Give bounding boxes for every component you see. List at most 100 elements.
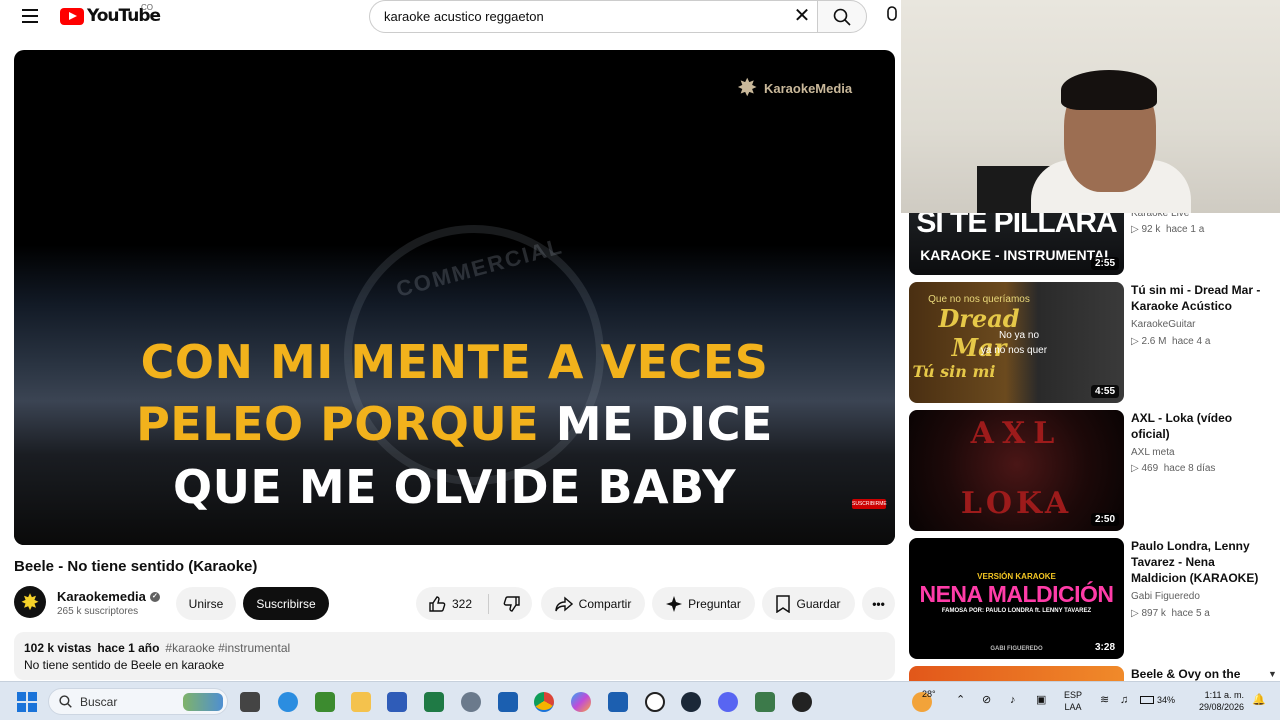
like-count[interactable]: 322 [452,597,472,611]
task-view-icon[interactable] [240,692,260,712]
webcam-person-hair [1061,70,1157,110]
like-divider [488,593,490,614]
scroll-down-icon[interactable]: ▼ [1268,669,1277,679]
sidebar-channel-2[interactable]: KaraokeGuitar [1131,319,1195,330]
language-indicator[interactable]: ESP LAA [1064,689,1082,713]
country-code: CO [141,3,153,12]
settings-icon[interactable] [461,692,481,712]
sidebar-title-4[interactable]: Paulo Londra, Lenny Tavarez - Nena Maldi… [1131,538,1266,586]
file-explorer-icon[interactable] [351,692,371,712]
remote-app-icon[interactable] [608,692,628,712]
karaokemedia-logo: ✸ KaraokeMedia [738,76,852,100]
hashtags[interactable]: #karaoke #instrumental [165,641,290,655]
more-actions-button[interactable]: ••• [862,587,895,620]
calculator-icon[interactable] [755,692,775,712]
subscribe-button[interactable]: Suscribirse [243,587,329,620]
sidebar-thumbnail-3[interactable]: AXL LOKA 2:50 [909,410,1124,531]
menu-icon[interactable] [22,9,38,23]
sidebar-views-1: 92 k [1141,224,1161,235]
duration-badge: 4:55 [1090,385,1119,398]
clock[interactable]: 1:11 a. m. 29/08/2026 [1192,689,1244,713]
dancer-icon: ✸ [738,75,757,100]
excel-icon[interactable] [424,692,444,712]
chrome-icon[interactable] [534,692,554,712]
weather-temp: 28° [922,689,936,699]
join-button[interactable]: Unirse [176,587,236,620]
wifi-icon[interactable]: ≋ [1100,694,1109,706]
channel-avatar[interactable]: ✸ [14,586,46,618]
sidebar-thumbnail-4[interactable]: VERSIÓN KARAOKE NENA MALDICIÓN FAMOSA PO… [909,538,1124,659]
thumb-2-lyric-low: ya no nos quer [980,345,1048,356]
obs-icon[interactable] [792,692,812,712]
duration-badge: 2:50 [1090,513,1119,526]
ask-button[interactable]: Preguntar [652,587,755,620]
notification-bell-icon[interactable]: 🔔 [1252,694,1266,706]
karaokemedia-brand: KaraokeMedia [764,80,853,96]
sidebar-title-2[interactable]: Tú sin mi - Dread Mar - Karaoke Acústico [1131,282,1266,314]
search-value: karaoke acustico reggaeton [384,9,544,24]
thumb-3-title: AXL [970,416,1063,451]
channel-name[interactable]: Karaokemedia ✓ [57,589,160,604]
description-box[interactable]: 102 k vistas hace 1 año #karaoke #instru… [14,632,895,680]
search-icon [833,8,851,26]
sidebar-meta-2: ▷ 2.6 M hace 4 a [1131,336,1211,347]
sidebar-title-3[interactable]: AXL - Loka (vídeo oficial) [1131,410,1266,442]
keyboard-layout: LAA [1064,702,1082,712]
sidebar-views-2: 2.6 M [1141,336,1167,347]
device-icon[interactable]: ▣ [1036,694,1046,706]
lyric-line-2: PELEO PORQUE ME DICE [14,397,895,451]
copilot-icon[interactable] [571,692,591,712]
windows-taskbar: Buscar 28° ⌃ ⊘ ♪ ▣ ESP LAA ≋ ♫ 34% 1:11 … [0,681,1280,720]
video-player[interactable]: COMMERCIAL ✸ KaraokeMedia CON MI MENTE A… [14,50,895,545]
battery-indicator[interactable]: 34% [1140,694,1175,706]
lyric-line-1: CON MI MENTE A VECES [140,335,769,389]
thumb-2-song: Tú sin mi [912,362,996,381]
subscribe-badge[interactable]: SUSCRIBIRME [852,499,887,509]
sparkle-icon [666,595,683,612]
sidebar-title-5[interactable]: Beele & Ovy on the [1131,666,1266,682]
taskbar-search[interactable]: Buscar [48,688,228,715]
view-count: 102 k vistas [24,641,92,655]
discord-icon[interactable] [718,692,738,712]
sidebar-channel-3[interactable]: AXL meta [1131,447,1175,458]
save-button[interactable]: Guardar [762,587,855,620]
upload-age: hace 1 año [97,641,160,655]
chatgpt-icon[interactable] [645,692,665,712]
microphone-tray-icon[interactable]: ♪ [1010,694,1016,706]
minecraft-icon[interactable] [315,692,335,712]
sidebar-thumbnail-2[interactable]: Que no nos queríamos Dread Mar No ya no … [909,282,1124,403]
bookmark-icon [776,594,791,613]
channel-name-text: Karaokemedia [57,589,146,604]
sidebar-meta-4: ▷ 897 k hace 5 a [1131,608,1210,619]
sidebar-views-3: 469 [1141,463,1159,474]
steam-icon[interactable] [681,692,701,712]
sidebar-thumbnail-5[interactable] [909,666,1124,681]
share-icon [554,595,573,612]
lyric-line-3: QUE ME OLVIDE BABY [172,460,737,514]
search-input[interactable]: karaoke acustico reggaeton [369,0,817,33]
search-highlight-icon [183,692,223,711]
network-off-icon[interactable]: ⊘ [982,694,991,706]
battery-icon [1140,696,1154,704]
dislike-icon[interactable] [503,595,521,613]
like-icon[interactable] [428,595,446,613]
store-icon[interactable] [498,692,518,712]
sidebar-age-3: hace 8 días [1163,463,1216,474]
search-button[interactable] [817,0,867,33]
word-icon[interactable] [387,692,407,712]
volume-icon[interactable]: ♫ [1120,694,1128,706]
description-text: No tiene sentido de Beele en karaoke [24,658,225,672]
start-icon[interactable] [17,692,37,712]
webcam-overlay [901,0,1280,213]
clock-time: 1:11 a. m. [1204,690,1244,700]
edge-icon[interactable] [278,692,298,712]
show-hidden-icons[interactable]: ⌃ [956,694,965,706]
share-label: Compartir [578,596,632,611]
sidebar-age-2: hace 4 a [1172,336,1211,347]
share-button[interactable]: Compartir [541,587,645,620]
sidebar-channel-4[interactable]: Gabi Figueredo [1131,591,1200,602]
save-label: Guardar [796,596,841,611]
thumb-4-subtitle: FAMOSA POR: PAULO LONDRA ft. LENNY TAVAR… [941,608,1092,614]
sidebar-views-4: 897 k [1141,608,1166,619]
clear-search-icon[interactable]: ✕ [790,5,814,27]
